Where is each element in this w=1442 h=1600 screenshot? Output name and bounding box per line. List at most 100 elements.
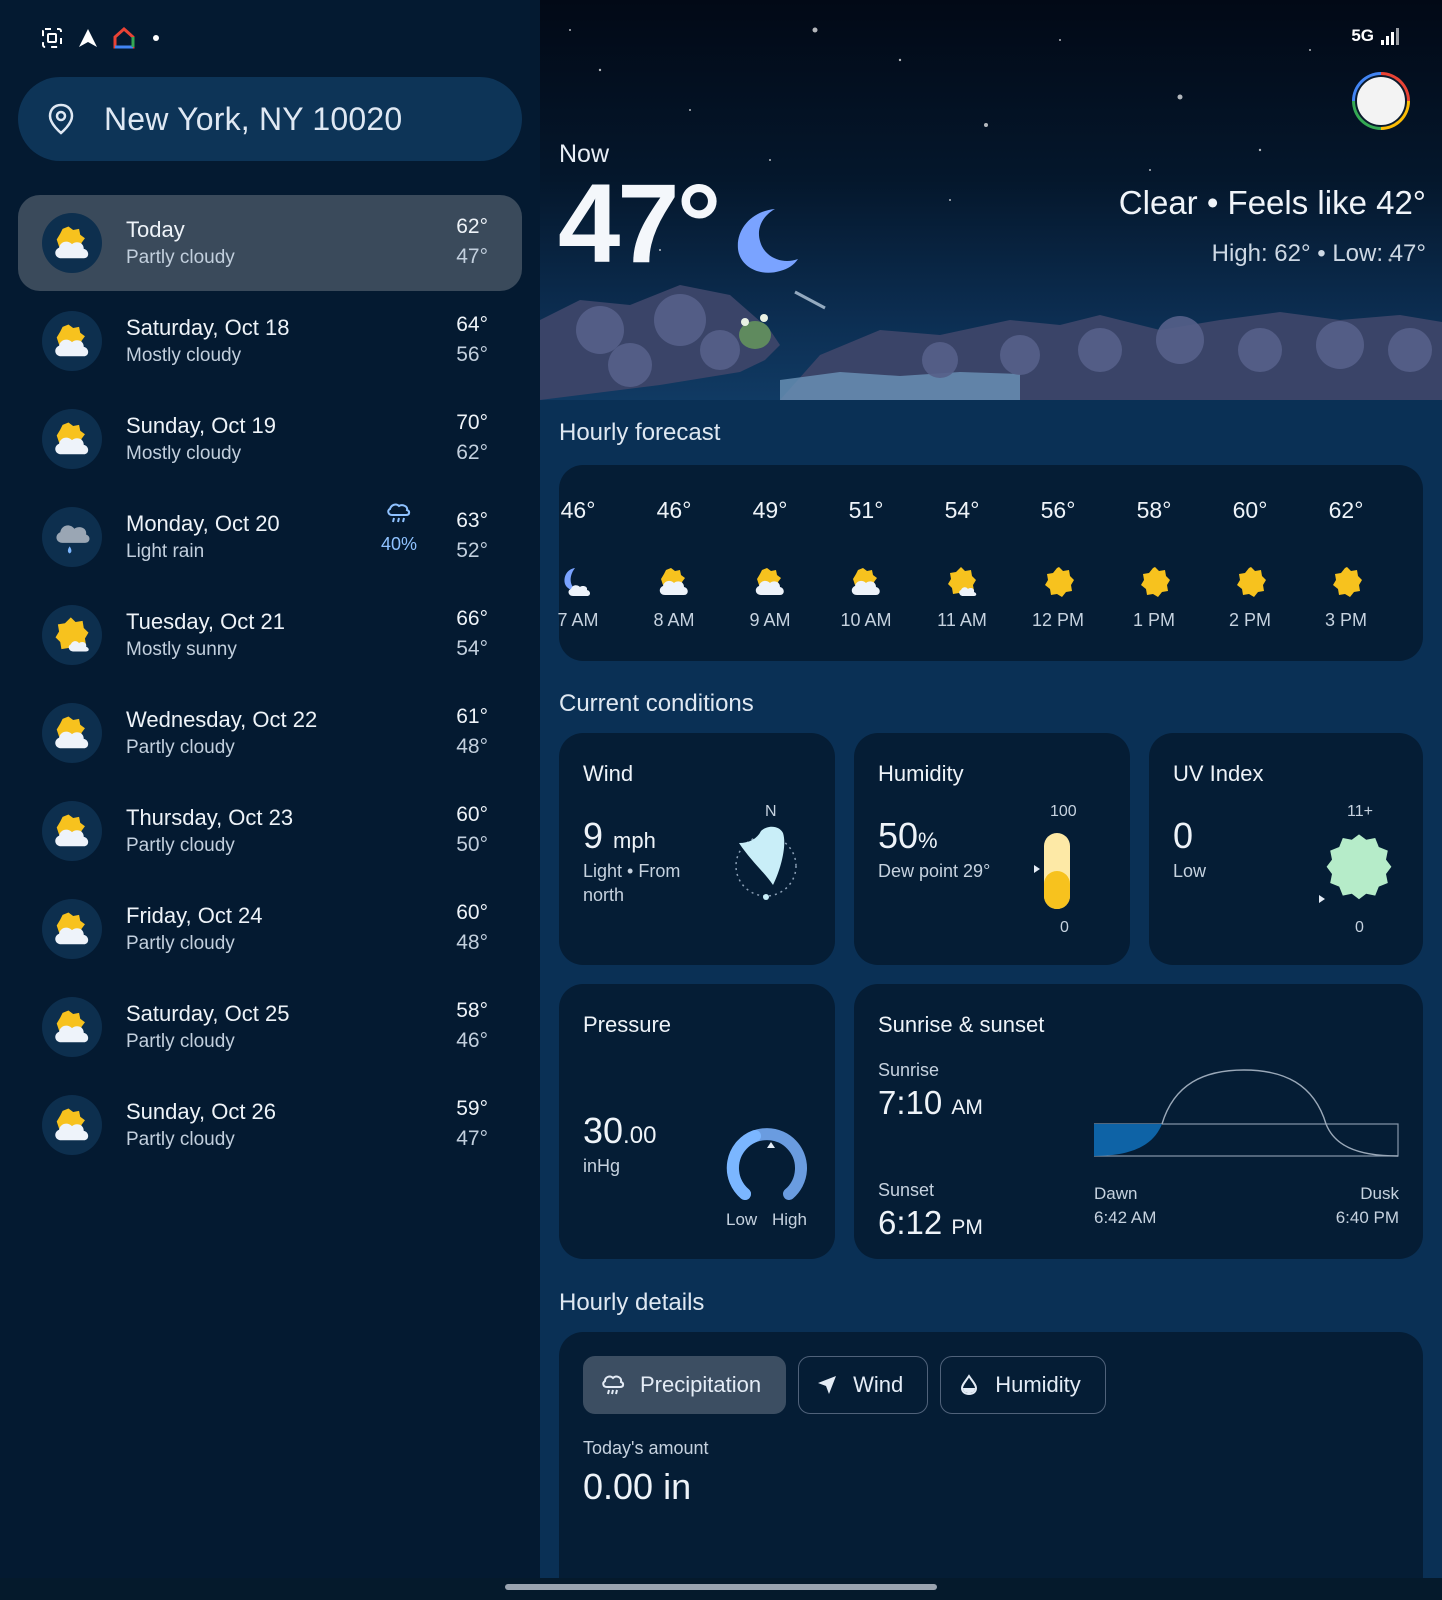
- sunrise-ampm: AM: [951, 1096, 983, 1119]
- dusk-label: Dusk: [1360, 1184, 1399, 1203]
- sun-icon: [1041, 565, 1075, 599]
- sunset-ampm: PM: [951, 1216, 983, 1239]
- sunrise-sunset-card[interactable]: Sunrise & sunset Sunrise 7:10 AM Sunset …: [854, 984, 1423, 1259]
- hourly-time: 8 AM: [653, 610, 695, 630]
- sun-title: Sunrise & sunset: [878, 1012, 1045, 1037]
- hourly-time: 11 AM: [937, 610, 987, 630]
- humidity-value-row: 50%: [878, 815, 938, 857]
- forecast-sidebar: New York, NY 10020 Today Partly cloudy 6…: [0, 0, 540, 1600]
- google-home-icon: [113, 26, 135, 49]
- location-search-bar[interactable]: New York, NY 10020: [18, 77, 522, 161]
- wind-description: Light • From: [583, 861, 681, 881]
- partly-cloudy-icon: [753, 565, 787, 599]
- day-condition: Mostly cloudy: [126, 345, 242, 366]
- day-high: 70°: [456, 411, 488, 434]
- day-low: 50°: [456, 833, 488, 856]
- sunrise-label: Sunrise: [878, 1060, 940, 1080]
- tab-wind[interactable]: Wind: [798, 1356, 929, 1414]
- status-bar-left: [40, 26, 172, 50]
- daily-forecast-row[interactable]: Saturday, Oct 18 Mostly cloudy 64° 56°: [18, 293, 522, 389]
- humidity-scale-max: 100: [1050, 803, 1077, 820]
- uv-index-card[interactable]: UV Index 0 Low 11+ 0: [1149, 733, 1423, 965]
- wind-card[interactable]: Wind 9 mph Light • From north N: [559, 733, 835, 965]
- rain-cloud-icon: [387, 503, 411, 523]
- tab-humidity[interactable]: Humidity: [940, 1356, 1106, 1414]
- pressure-value: 30: [583, 1110, 624, 1151]
- hourly-temp: 60°: [1232, 497, 1268, 523]
- day-condition: Mostly sunny: [126, 639, 237, 660]
- day-name: Tuesday, Oct 21: [126, 609, 285, 634]
- partly-cloudy-icon: [42, 213, 102, 273]
- sun-icon: [1233, 565, 1267, 599]
- home-gesture-bar[interactable]: [505, 1584, 937, 1590]
- current-conditions-heading: Current conditions: [559, 690, 754, 717]
- navigation-arrow-icon: [818, 1376, 837, 1394]
- pressure-value-row: 30.00: [583, 1110, 656, 1152]
- tab-precipitation[interactable]: Precipitation: [583, 1356, 787, 1414]
- daily-forecast-row[interactable]: Wednesday, Oct 22 Partly cloudy 61° 48°: [18, 685, 522, 781]
- wind-speed-row: 9 mph: [583, 815, 656, 857]
- signal-strength-icon: [1381, 28, 1399, 45]
- day-name: Thursday, Oct 23: [126, 805, 294, 830]
- humidity-value: 50: [878, 815, 919, 856]
- humidity-unit: %: [918, 828, 938, 853]
- hourly-temp: 58°: [1136, 497, 1172, 523]
- current-condition-feels-like: Clear • Feels like 42°: [1118, 184, 1426, 221]
- daily-forecast-row[interactable]: Tuesday, Oct 21 Mostly sunny 66° 54°: [18, 587, 522, 683]
- sunset-time-row: 6:12 PM: [878, 1204, 983, 1242]
- uv-description: Low: [1173, 861, 1207, 881]
- location-text: New York, NY 10020: [104, 100, 403, 137]
- day-low: 56°: [456, 343, 488, 366]
- daily-forecast-row[interactable]: Friday, Oct 24 Partly cloudy 60° 48°: [18, 881, 522, 977]
- account-avatar[interactable]: [1352, 72, 1410, 130]
- wind-title: Wind: [583, 761, 634, 786]
- day-high: 61°: [456, 705, 488, 728]
- daily-forecast-row[interactable]: Saturday, Oct 25 Partly cloudy 58° 46°: [18, 979, 522, 1075]
- uv-title: UV Index: [1173, 761, 1264, 786]
- partly-cloudy-icon: [42, 703, 102, 763]
- moon-icon: [737, 209, 798, 273]
- pressure-decimal: .00: [623, 1122, 657, 1149]
- daily-forecast-row[interactable]: Today Partly cloudy 62° 47°: [18, 195, 522, 291]
- day-name: Friday, Oct 24: [126, 903, 263, 928]
- dawn-label: Dawn: [1094, 1184, 1138, 1203]
- wind-speed: 9: [583, 815, 604, 856]
- dusk-time: 6:40 PM: [1335, 1208, 1399, 1227]
- day-high: 60°: [456, 803, 488, 826]
- day-high: 62°: [456, 215, 488, 238]
- humidity-title: Humidity: [878, 761, 964, 786]
- pressure-unit: inHg: [583, 1156, 621, 1176]
- water-drop-icon: [961, 1374, 978, 1396]
- partly-cloudy-icon: [657, 565, 691, 599]
- dew-point: Dew point 29°: [878, 861, 991, 881]
- hourly-details-tabs: Precipitation Wind Humidity: [583, 1356, 1106, 1414]
- day-condition: Partly cloudy: [126, 933, 235, 954]
- daily-forecast-row[interactable]: Monday, Oct 20 Light rain 63° 52° 40%: [18, 489, 522, 585]
- humidity-gauge: [1034, 833, 1070, 909]
- compass-north-label: N: [765, 803, 777, 820]
- day-high: 58°: [456, 999, 488, 1022]
- pressure-low-label: Low: [726, 1210, 758, 1229]
- uv-scale-min: 0: [1355, 919, 1364, 936]
- wind-unit: mph: [613, 828, 656, 853]
- day-name: Wednesday, Oct 22: [126, 707, 318, 732]
- day-low: 62°: [456, 441, 488, 464]
- wind-direction-icon: [735, 826, 797, 900]
- hourly-forecast-card[interactable]: 46° 7 AM 46° 8 AM 49° 9 AM 51° 10 AM 54°…: [557, 465, 1423, 661]
- day-condition: Partly cloudy: [126, 247, 235, 268]
- day-high: 66°: [456, 607, 488, 630]
- network-type: 5G: [1351, 26, 1374, 45]
- day-low: 47°: [456, 245, 488, 268]
- day-name: Sunday, Oct 26: [126, 1099, 277, 1124]
- wind-direction-text: north: [583, 885, 625, 905]
- daily-forecast-row[interactable]: Sunday, Oct 19 Mostly cloudy 70° 62°: [18, 391, 522, 487]
- uv-scale-max: 11+: [1347, 803, 1373, 820]
- partly-cloudy-icon: [42, 801, 102, 861]
- day-low: 54°: [456, 637, 488, 660]
- humidity-card[interactable]: Humidity 50% Dew point 29° 100 0: [854, 733, 1130, 965]
- hourly-details-heading: Hourly details: [559, 1289, 705, 1316]
- daily-forecast-row[interactable]: Sunday, Oct 26 Partly cloudy 59° 47°: [18, 1077, 522, 1173]
- pressure-card[interactable]: Pressure 30.00 inHg Low High: [559, 984, 835, 1259]
- sun-icon: [1137, 565, 1171, 599]
- daily-forecast-row[interactable]: Thursday, Oct 23 Partly cloudy 60° 50°: [18, 783, 522, 879]
